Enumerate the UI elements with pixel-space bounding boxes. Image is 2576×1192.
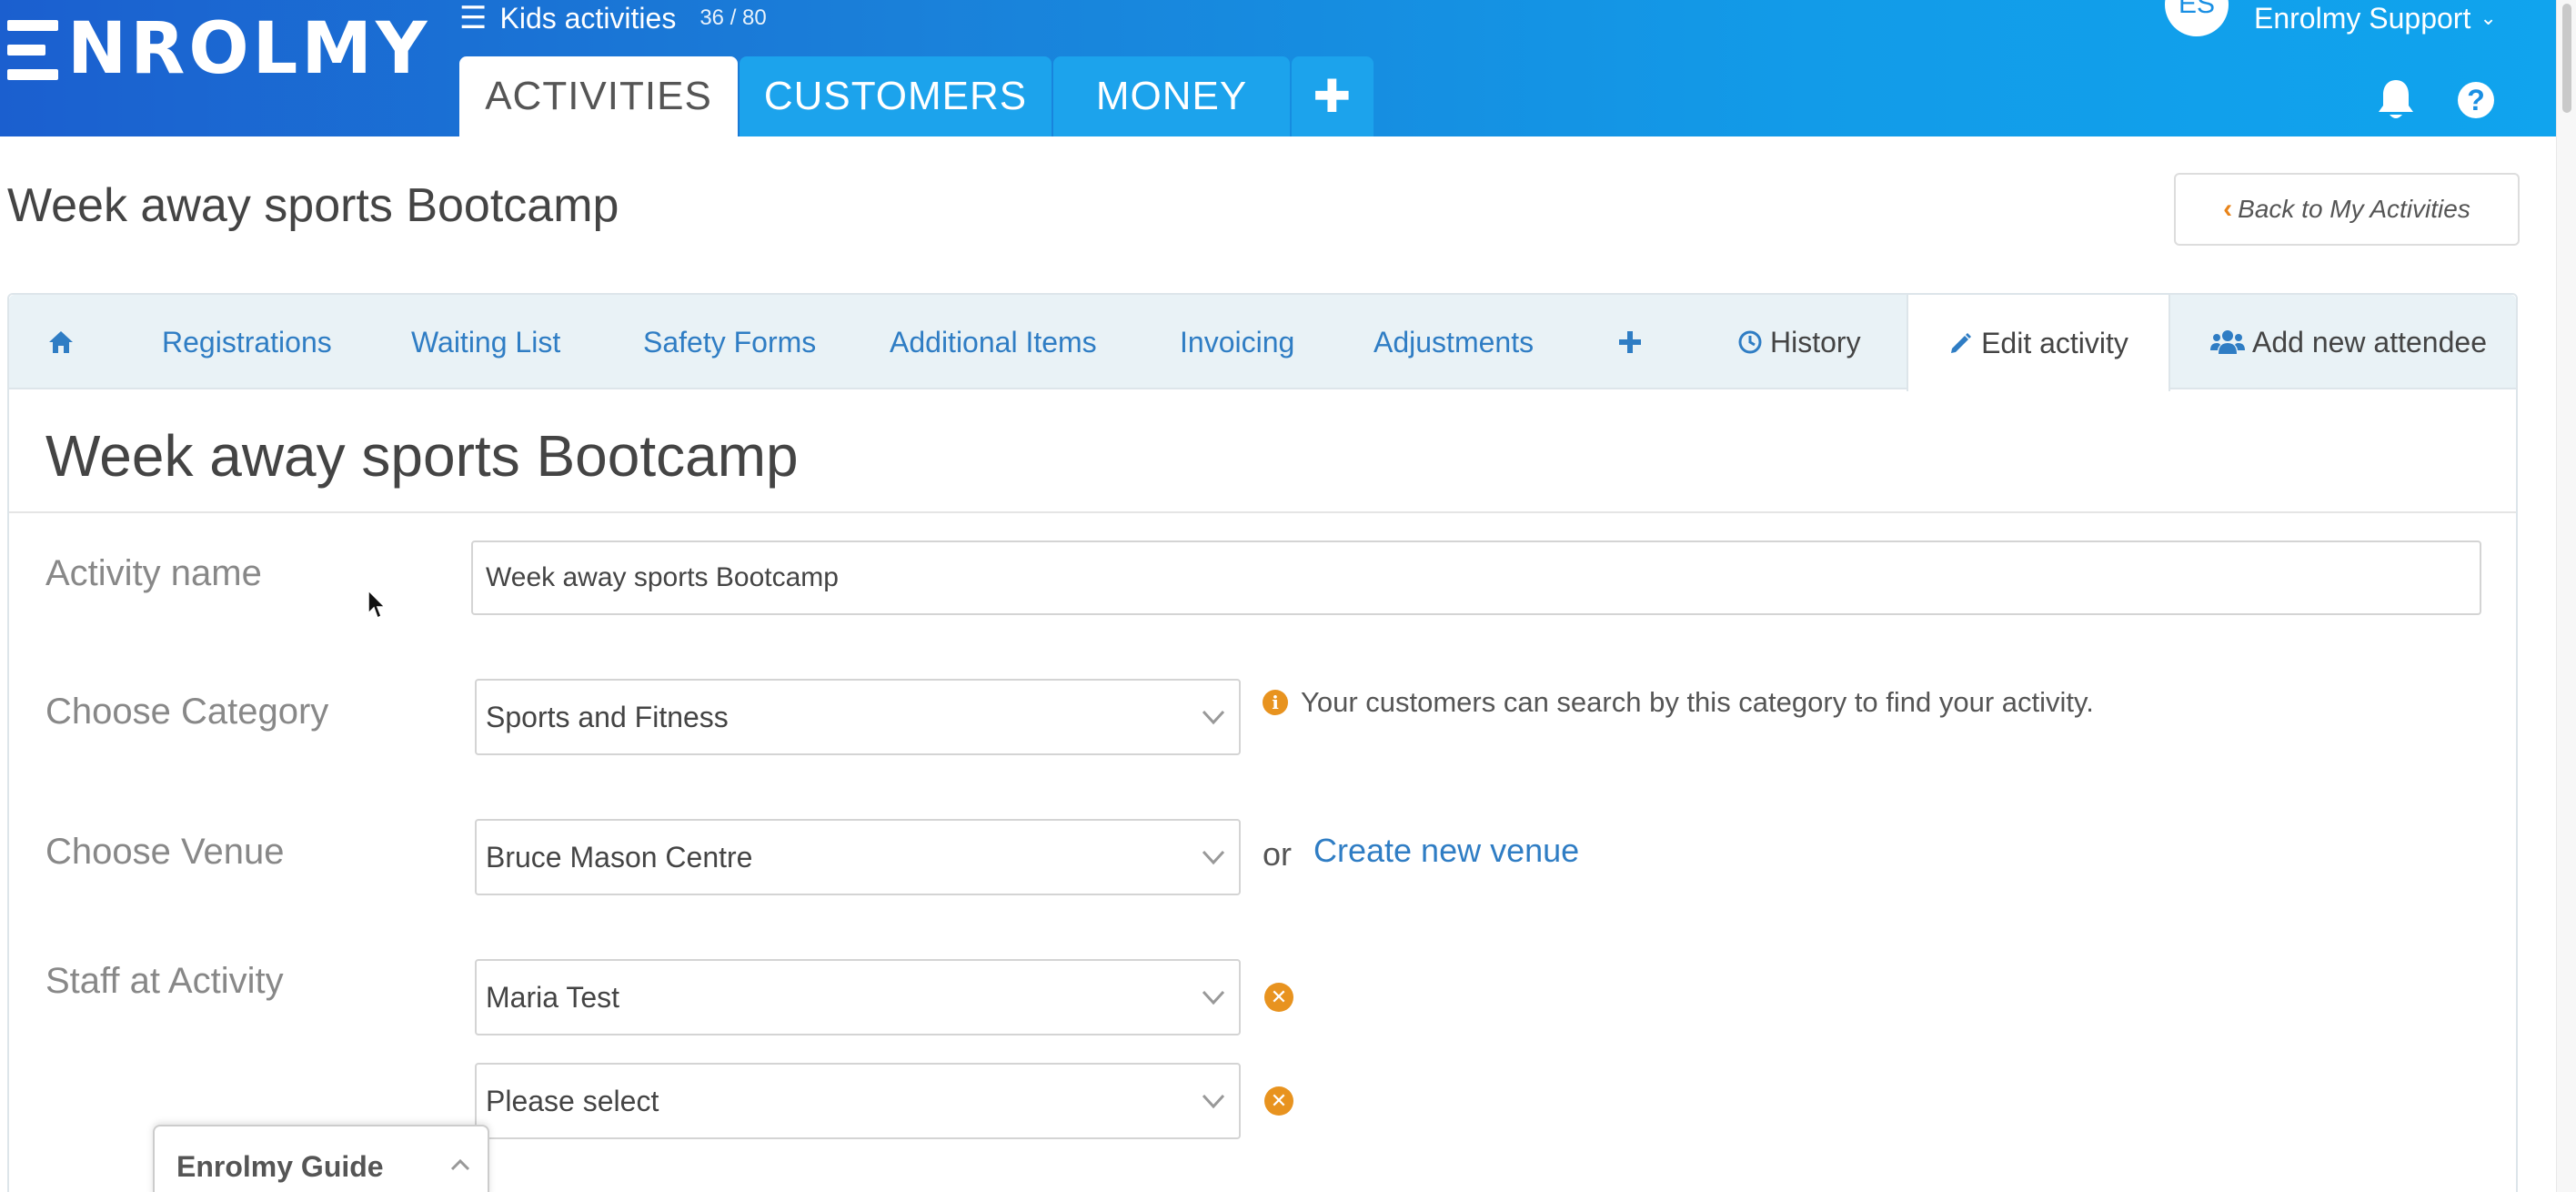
bell-icon[interactable]	[2376, 78, 2416, 122]
remove-staff-icon[interactable]: ✕	[1264, 1086, 1293, 1116]
user-menu[interactable]: ES Enrolmy Support ⌄	[2165, 0, 2497, 36]
users-icon	[2210, 330, 2245, 354]
chevron-down-icon	[1202, 990, 1225, 1005]
staff-select-2[interactable]: Please select	[475, 1063, 1241, 1139]
divider	[9, 511, 2516, 513]
activity-name-label: Activity name	[45, 553, 262, 593]
venue-or-text: or	[1263, 835, 1293, 873]
category-hint-text: Your customers can search by this catego…	[1301, 686, 2094, 718]
tab-add-plus-icon[interactable]: ✚	[1292, 56, 1374, 136]
home-icon	[49, 331, 73, 353]
staff-select-1[interactable]: Maria Test	[475, 959, 1241, 1035]
subnav-invoicing[interactable]: Invoicing	[1180, 295, 1294, 389]
create-venue-link[interactable]: Create new venue	[1313, 832, 1579, 870]
venue-select[interactable]: Bruce Mason Centre	[475, 819, 1241, 895]
page-title: Week away sports Bootcamp	[7, 179, 619, 232]
page-scrollbar[interactable]	[2556, 0, 2576, 1192]
chevron-down-icon	[1202, 1094, 1225, 1109]
activity-subnav: Registrations Waiting List Safety Forms …	[9, 295, 2516, 391]
enrolmy-guide-widget[interactable]: Enrolmy Guide	[153, 1125, 489, 1192]
category-label: Choose Category	[45, 692, 329, 732]
avatar[interactable]: ES	[2165, 0, 2229, 36]
org-name: Kids activities	[499, 1, 677, 35]
subnav-edit-activity-label: Edit activity	[1981, 326, 2128, 359]
remove-staff-icon[interactable]: ✕	[1264, 983, 1293, 1012]
venue-select-value: Bruce Mason Centre	[486, 840, 753, 874]
chevron-up-icon[interactable]	[449, 1154, 471, 1176]
subnav-additional-items[interactable]: Additional Items	[890, 295, 1097, 389]
org-switcher[interactable]: ☰ Kids activities 36 / 80	[459, 0, 767, 36]
hamburger-menu-icon[interactable]: ☰	[459, 3, 487, 34]
activity-panel: Registrations Waiting List Safety Forms …	[7, 293, 2518, 1192]
clock-icon	[1738, 330, 1762, 354]
guide-title: Enrolmy Guide	[176, 1150, 384, 1183]
back-button-label: Back to My Activities	[2238, 195, 2470, 223]
main-nav-tabs: ACTIVITIES CUSTOMERS MONEY ✚	[459, 56, 1375, 136]
subnav-history[interactable]: History	[1737, 295, 1861, 389]
info-icon: i	[1263, 690, 1288, 715]
pencil-icon	[1951, 333, 1972, 353]
scrollbar-thumb[interactable]	[2562, 4, 2571, 113]
category-select[interactable]: Sports and Fitness	[475, 679, 1241, 755]
chevron-down-icon[interactable]: ⌄	[2480, 6, 2496, 30]
staff-select-1-value: Maria Test	[486, 980, 620, 1014]
category-hint: i Your customers can search by this cate…	[1263, 686, 2094, 719]
subnav-history-label: History	[1770, 325, 1861, 359]
tab-customers[interactable]: CUSTOMERS	[740, 56, 1052, 136]
subnav-adjustments[interactable]: Adjustments	[1374, 295, 1534, 389]
subnav-home[interactable]	[47, 295, 82, 389]
user-name[interactable]: Enrolmy Support	[2254, 2, 2470, 35]
activity-name-input[interactable]	[471, 540, 2481, 615]
staff-label: Staff at Activity	[45, 961, 284, 1001]
form-title: Week away sports Bootcamp	[45, 423, 799, 489]
tab-money[interactable]: MONEY	[1053, 56, 1290, 136]
category-select-value: Sports and Fitness	[486, 700, 729, 733]
enrolmy-logo[interactable]: NROLMY	[7, 13, 430, 86]
subnav-registrations[interactable]: Registrations	[162, 295, 332, 389]
chevron-down-icon	[1202, 710, 1225, 725]
subnav-safety-forms[interactable]: Safety Forms	[643, 295, 816, 389]
subnav-add-new-attendee-label: Add new attendee	[2252, 325, 2487, 359]
subnav-waiting-list[interactable]: Waiting List	[411, 295, 560, 389]
logo-text: NROLMY	[67, 8, 431, 90]
chevron-down-icon	[1202, 850, 1225, 865]
chevron-left-icon: ‹	[2223, 194, 2233, 224]
venue-label: Choose Venue	[45, 832, 285, 872]
back-to-activities-button[interactable]: ‹ Back to My Activities	[2174, 173, 2520, 246]
plus-icon	[1619, 331, 1641, 353]
org-activity-count: 36 / 80	[699, 5, 767, 30]
top-header: NROLMY ☰ Kids activities 36 / 80 ACTIVIT…	[0, 0, 2576, 136]
mouse-cursor-icon	[367, 590, 387, 620]
help-icon[interactable]: ?	[2458, 82, 2494, 118]
logo-e-mark	[7, 20, 58, 80]
subnav-edit-activity[interactable]: Edit activity	[1907, 295, 2170, 391]
subnav-add-new-attendee[interactable]: Add new attendee	[2210, 295, 2487, 389]
staff-select-2-value: Please select	[486, 1084, 659, 1117]
tab-activities[interactable]: ACTIVITIES	[459, 56, 738, 136]
subnav-add-tab[interactable]	[1617, 295, 1650, 389]
